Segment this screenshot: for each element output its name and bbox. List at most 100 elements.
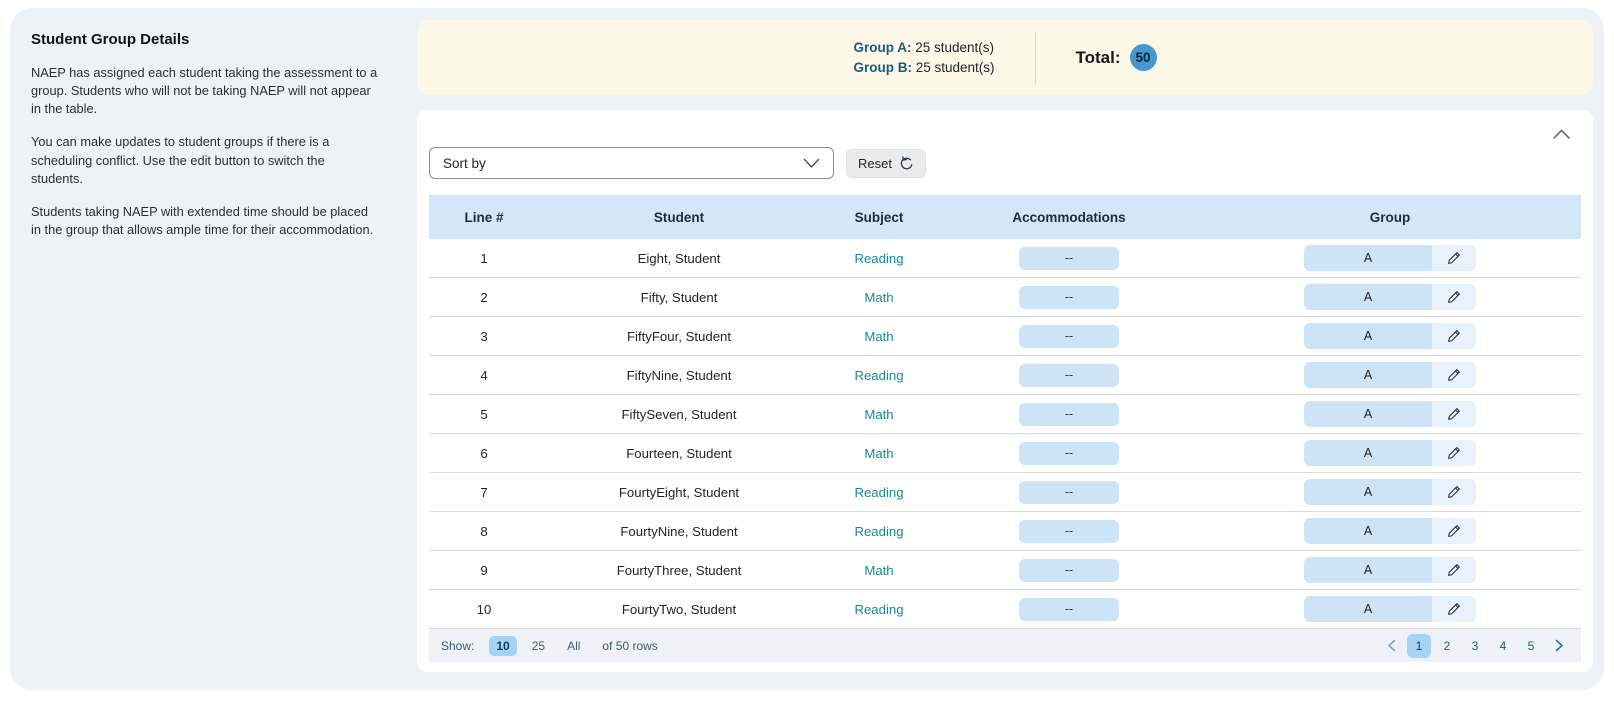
- student-name-cell: FiftyNine, Student: [539, 368, 819, 383]
- reset-button-label: Reset: [858, 156, 892, 171]
- student-name-cell: Fourteen, Student: [539, 446, 819, 461]
- line-number-cell: 1: [429, 251, 539, 266]
- group-cell: A: [1199, 596, 1581, 622]
- group-badge: A: [1304, 440, 1476, 466]
- accommodations-badge: --: [1019, 520, 1119, 543]
- banner-divider: [1035, 32, 1036, 84]
- accommodations-badge: --: [1019, 559, 1119, 582]
- student-name-cell: Eight, Student: [539, 251, 819, 266]
- table-row: 2 Fifty, Student Math -- A: [429, 278, 1581, 317]
- page-size-option[interactable]: 10: [489, 636, 516, 656]
- edit-group-button[interactable]: [1432, 284, 1476, 310]
- pencil-icon: [1447, 563, 1461, 577]
- total-label: Total:: [1076, 48, 1121, 68]
- subject-cell: Math: [819, 329, 939, 344]
- pencil-icon: [1447, 407, 1461, 421]
- group-summary-banner: Group A: 25 student(s) Group B: 25 stude…: [417, 20, 1593, 95]
- line-number-cell: 2: [429, 290, 539, 305]
- group-value: A: [1304, 323, 1432, 349]
- accommodations-badge: --: [1019, 403, 1119, 426]
- page-title: Student Group Details: [31, 31, 383, 48]
- column-header: Subject: [819, 210, 939, 225]
- group-value: A: [1304, 440, 1432, 466]
- table-row: 4 FiftyNine, Student Reading -- A: [429, 356, 1581, 395]
- table-row: 8 FourtyNine, Student Reading -- A: [429, 512, 1581, 551]
- page-number-button[interactable]: 3: [1463, 634, 1487, 658]
- edit-group-button[interactable]: [1432, 518, 1476, 544]
- chevron-right-icon: [1555, 639, 1564, 652]
- student-name-cell: FourtyNine, Student: [539, 524, 819, 539]
- edit-group-button[interactable]: [1432, 479, 1476, 505]
- table-row: 1 Eight, Student Reading -- A: [429, 239, 1581, 278]
- main-content: Group A: 25 student(s) Group B: 25 stude…: [417, 8, 1604, 690]
- accommodations-cell: --: [939, 442, 1199, 465]
- table-row: 6 Fourteen, Student Math -- A: [429, 434, 1581, 473]
- student-table-card: Sort by Reset Line #: [417, 110, 1593, 672]
- total-badge: 50: [1130, 44, 1157, 71]
- accommodations-cell: --: [939, 559, 1199, 582]
- page-size-option[interactable]: 25: [525, 636, 552, 656]
- reset-icon: [899, 156, 914, 171]
- group-cell: A: [1199, 518, 1581, 544]
- edit-group-button[interactable]: [1432, 362, 1476, 388]
- table-row: 3 FiftyFour, Student Math -- A: [429, 317, 1581, 356]
- accommodations-cell: --: [939, 364, 1199, 387]
- pencil-icon: [1447, 368, 1461, 382]
- group-cell: A: [1199, 323, 1581, 349]
- table-header-row: Line # Student Subject Accommodations Gr…: [429, 195, 1581, 239]
- total-count: Total: 50: [1076, 44, 1157, 71]
- group-badge: A: [1304, 557, 1476, 583]
- accommodations-cell: --: [939, 520, 1199, 543]
- pencil-icon: [1447, 524, 1461, 538]
- table-row: 9 FourtyThree, Student Math -- A: [429, 551, 1581, 590]
- table-footer: Show: 10 25 All of 50 rows: [429, 629, 1581, 662]
- edit-group-button[interactable]: [1432, 596, 1476, 622]
- table-row: 7 FourtyEight, Student Reading -- A: [429, 473, 1581, 512]
- pencil-icon: [1447, 485, 1461, 499]
- accommodations-badge: --: [1019, 598, 1119, 621]
- group-counts: Group A: 25 student(s) Group B: 25 stude…: [853, 40, 994, 75]
- column-header: Accommodations: [939, 210, 1199, 225]
- edit-group-button[interactable]: [1432, 245, 1476, 271]
- accommodations-badge: --: [1019, 481, 1119, 504]
- group-value: A: [1304, 401, 1432, 427]
- page-number-button[interactable]: 2: [1435, 634, 1459, 658]
- subject-cell: Math: [819, 446, 939, 461]
- page-size-options: 10 25 All: [489, 636, 587, 656]
- group-cell: A: [1199, 557, 1581, 583]
- collapse-card-button[interactable]: [1549, 122, 1573, 146]
- line-number-cell: 7: [429, 485, 539, 500]
- page-number-button[interactable]: 4: [1491, 634, 1515, 658]
- group-cell: A: [1199, 401, 1581, 427]
- group-badge: A: [1304, 362, 1476, 388]
- edit-group-button[interactable]: [1432, 557, 1476, 583]
- accommodations-cell: --: [939, 247, 1199, 270]
- column-header: Student: [539, 210, 819, 225]
- accommodations-cell: --: [939, 286, 1199, 309]
- student-name-cell: FiftyFour, Student: [539, 329, 819, 344]
- edit-group-button[interactable]: [1432, 440, 1476, 466]
- page-number-button[interactable]: 1: [1407, 634, 1431, 658]
- page-number-button[interactable]: 5: [1519, 634, 1543, 658]
- page-container: Student Group Details NAEP has assigned …: [10, 8, 1604, 690]
- chevron-up-icon: [1552, 128, 1571, 140]
- table-row: 5 FiftySeven, Student Math -- A: [429, 395, 1581, 434]
- group-value: A: [1304, 479, 1432, 505]
- reset-button[interactable]: Reset: [846, 149, 926, 178]
- edit-group-button[interactable]: [1432, 401, 1476, 427]
- subject-cell: Math: [819, 563, 939, 578]
- accommodations-cell: --: [939, 325, 1199, 348]
- pagination: 1 2 3 4 5: [1379, 634, 1571, 658]
- previous-page-button[interactable]: [1379, 634, 1403, 658]
- accommodations-cell: --: [939, 598, 1199, 621]
- page-size-option[interactable]: All: [560, 636, 587, 656]
- edit-group-button[interactable]: [1432, 323, 1476, 349]
- pencil-icon: [1447, 251, 1461, 265]
- student-name-cell: FourtyThree, Student: [539, 563, 819, 578]
- accommodations-badge: --: [1019, 364, 1119, 387]
- sort-by-select[interactable]: Sort by: [429, 147, 834, 179]
- sidebar-paragraph: You can make updates to student groups i…: [31, 133, 379, 187]
- pencil-icon: [1447, 602, 1461, 616]
- next-page-button[interactable]: [1547, 634, 1571, 658]
- group-cell: A: [1199, 440, 1581, 466]
